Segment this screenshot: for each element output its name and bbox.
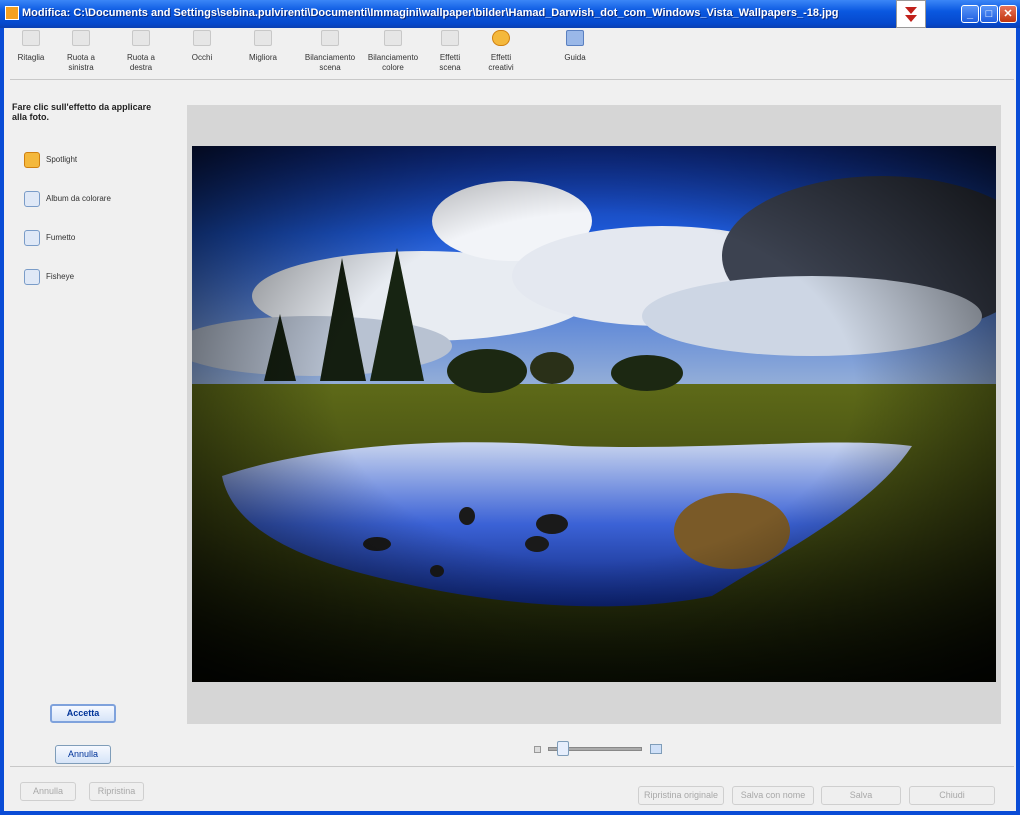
accept-button[interactable]: Accetta <box>50 704 116 723</box>
coloring-album-icon <box>24 191 40 207</box>
eye-icon <box>193 30 211 46</box>
tool-rotate-left[interactable]: Ruota a sinistra <box>50 30 112 73</box>
enhance-icon <box>254 30 272 46</box>
tool-label: Migliora <box>248 53 277 62</box>
collapse-arrow-button[interactable] <box>896 0 926 28</box>
photo-canvas <box>187 105 1001 724</box>
effect-label: Fisheye <box>46 272 75 281</box>
tool-label: Effetti scena <box>439 53 461 72</box>
tool-label: Occhi <box>191 53 213 62</box>
landscape-photo <box>192 146 996 682</box>
toolbar: Ritaglia Ruota a sinistra Ruota a destra… <box>4 28 1016 80</box>
scene-effects-icon <box>441 30 459 46</box>
effect-fisheye[interactable]: Fisheye <box>24 269 164 287</box>
close-button[interactable]: ✕ <box>999 5 1017 23</box>
double-down-arrow-icon <box>905 7 917 22</box>
save-as-button[interactable]: Salva con nome <box>732 786 814 805</box>
effect-coloring-album[interactable]: Album da colorare <box>24 191 164 209</box>
undo-button[interactable]: Annulla <box>20 782 76 801</box>
tool-label: Bilanciamento scena <box>304 53 356 72</box>
restore-original-button[interactable]: Ripristina originale <box>638 786 724 805</box>
toolbar-divider <box>10 79 1014 80</box>
tool-label: Ruota a destra <box>126 53 156 72</box>
effect-label: Fumetto <box>46 233 76 242</box>
creative-effects-icon <box>492 30 510 46</box>
tool-label: Guida <box>564 53 586 62</box>
zoom-in-icon[interactable] <box>650 744 662 754</box>
save-button[interactable]: Salva <box>821 786 901 805</box>
editor-client-area: Ritaglia Ruota a sinistra Ruota a destra… <box>4 28 1016 811</box>
scene-balance-icon <box>321 30 339 46</box>
maximize-button[interactable]: □ <box>980 5 998 23</box>
tool-eyes[interactable]: Occhi <box>171 30 233 63</box>
close-editor-button[interactable]: Chiudi <box>909 786 995 805</box>
redo-button[interactable]: Ripristina <box>89 782 144 801</box>
tool-rotate-right[interactable]: Ruota a destra <box>110 30 172 73</box>
help-icon <box>566 30 584 46</box>
title-bar[interactable]: Modifica: C:\Documents and Settings\sebi… <box>0 0 1020 28</box>
effect-label: Album da colorare <box>46 194 111 203</box>
tool-enhance[interactable]: Migliora <box>232 30 294 63</box>
minimize-button[interactable]: _ <box>961 5 979 23</box>
window-title: Modifica: C:\Documents and Settings\sebi… <box>22 7 839 19</box>
effect-instruction: Fare clic sull'effetto da applicare alla… <box>12 102 152 122</box>
zoom-thumb[interactable] <box>556 741 569 756</box>
minimize-icon: _ <box>966 8 974 20</box>
comic-icon <box>24 230 40 246</box>
tool-scene-balance[interactable]: Bilanciamento scena <box>299 30 361 73</box>
photo-preview <box>192 146 996 682</box>
color-balance-icon <box>384 30 402 46</box>
effect-spotlight[interactable]: Spotlight <box>24 152 164 170</box>
zoom-slider[interactable] <box>534 741 662 756</box>
tool-label: Effetti creativi <box>488 53 514 72</box>
fisheye-icon <box>24 269 40 285</box>
rotate-left-icon <box>72 30 90 46</box>
tool-creative-effects[interactable]: Effetti creativi <box>470 30 532 73</box>
effect-label: Spotlight <box>46 155 78 164</box>
editor-window: Modifica: C:\Documents and Settings\sebi… <box>0 0 1020 815</box>
maximize-icon: □ <box>985 8 993 20</box>
tool-help[interactable]: Guida <box>544 30 606 63</box>
footer-divider <box>10 766 1014 767</box>
close-icon: ✕ <box>1003 8 1013 20</box>
app-icon <box>5 6 19 20</box>
effect-comic[interactable]: Fumetto <box>24 230 164 248</box>
rotate-right-icon <box>132 30 150 46</box>
spotlight-icon <box>24 152 40 168</box>
tool-color-balance[interactable]: Bilanciamento colore <box>362 30 424 73</box>
panel-cancel-button[interactable]: Annulla <box>55 745 111 764</box>
tool-label: Bilanciamento colore <box>367 53 419 72</box>
crop-icon <box>22 30 40 46</box>
zoom-out-icon[interactable] <box>534 746 541 753</box>
tool-label: Ruota a sinistra <box>66 53 96 72</box>
